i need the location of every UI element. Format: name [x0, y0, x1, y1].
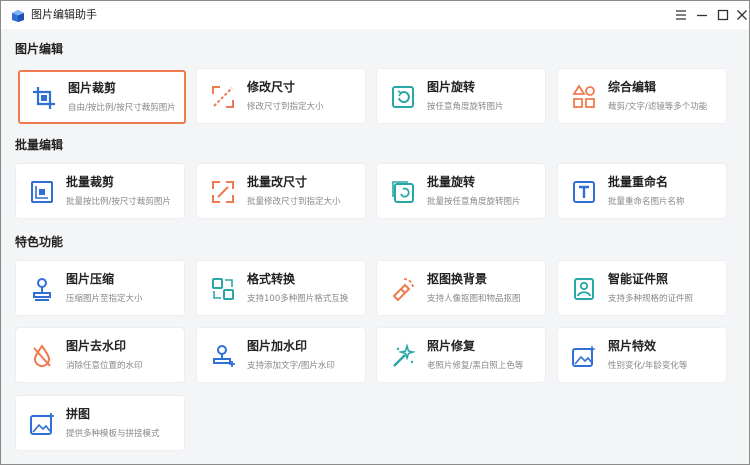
card-add-watermark[interactable]: 图片加水印 支持添加文字/图片水印 [197, 328, 365, 382]
batch-crop-icon [31, 181, 53, 203]
card-subtitle: 裁剪/文字/滤镜等多个功能 [608, 102, 708, 112]
menu-icon[interactable] [671, 5, 691, 25]
card-batch-crop[interactable]: 批量裁剪 批量按比例/按尺寸裁剪图片 [16, 164, 184, 218]
resize-icon [212, 86, 234, 108]
card-title: 照片修复 [427, 339, 476, 353]
card-subtitle: 支持人像抠图和物品抠图 [427, 294, 521, 304]
card-remove-watermark[interactable]: 图片去水印 消除任意位置的水印 [16, 328, 184, 382]
crop-icon [33, 87, 55, 109]
card-batch-rotate[interactable]: 批量旋转 批量按任意角度旋转图片 [377, 164, 545, 218]
add-watermark-icon [213, 345, 235, 367]
card-subtitle: 按任意角度旋转图片 [427, 102, 504, 112]
batch-rotate-icon [392, 181, 414, 203]
card-rotate[interactable]: 图片旋转 按任意角度旋转图片 [377, 69, 545, 123]
app-title: 图片编辑助手 [31, 8, 97, 21]
card-subtitle: 自由/按比例/按尺寸裁剪图片 [68, 103, 176, 113]
card-title: 图片压缩 [66, 272, 115, 286]
title-bar: 图片编辑助手 [1, 1, 749, 29]
close-icon[interactable] [732, 5, 750, 25]
id-photo-icon [574, 278, 594, 300]
shapes-icon [572, 84, 595, 108]
card-batch-rename[interactable]: 批量重命名 批量重命名图片名称 [558, 164, 726, 218]
card-subtitle: 修改尺寸到指定大小 [247, 102, 324, 112]
section-title-image-edit: 图片编辑 [15, 42, 64, 56]
card-collage[interactable]: 拼图 提供多种模板与拼接模式 [16, 396, 184, 450]
card-subtitle: 支持添加文字/图片水印 [247, 361, 335, 371]
card-title: 图片加水印 [247, 339, 308, 353]
card-photo-restore[interactable]: 照片修复 老照片修复/黑白照上色等 [377, 328, 545, 382]
card-subtitle: 批量重命名图片名称 [608, 197, 685, 207]
card-photo-effects[interactable]: 照片特效 性别变化/年龄变化等 [558, 328, 726, 382]
card-subtitle: 提供多种模板与拼接模式 [66, 429, 160, 439]
card-resize[interactable]: 修改尺寸 修改尺寸到指定大小 [197, 69, 365, 123]
magic-wand-icon [393, 343, 416, 367]
app-window: 图片编辑助手 图片编辑 图片裁剪 自由/按比例/按尺寸裁剪图片 修改尺寸 修改尺 [0, 0, 750, 465]
card-title: 图片裁剪 [68, 81, 117, 95]
card-cutout-background[interactable]: 抠图换背景 支持人像抠图和物品抠图 [377, 261, 545, 315]
card-title: 图片去水印 [66, 339, 127, 353]
rotate-icon [392, 86, 414, 108]
card-comprehensive-edit[interactable]: 综合编辑 裁剪/文字/滤镜等多个功能 [558, 69, 726, 123]
card-image-compress[interactable]: 图片压缩 压缩图片至指定大小 [16, 261, 184, 315]
batch-resize-icon [212, 181, 234, 203]
card-batch-resize[interactable]: 批量改尺寸 批量修改尺寸到指定大小 [197, 164, 365, 218]
card-image-crop[interactable]: 图片裁剪 自由/按比例/按尺寸裁剪图片 [18, 70, 186, 124]
card-title: 批量裁剪 [66, 175, 115, 189]
remove-watermark-icon [33, 344, 51, 367]
section-title-batch-edit: 批量编辑 [15, 138, 64, 152]
app-logo-icon [12, 10, 24, 22]
card-subtitle: 压缩图片至指定大小 [66, 294, 143, 304]
card-subtitle: 支持多种规格的证件照 [608, 294, 694, 304]
card-title: 智能证件照 [608, 272, 669, 286]
card-title: 批量重命名 [608, 175, 669, 189]
card-title: 抠图换背景 [427, 272, 488, 286]
card-title: 修改尺寸 [247, 80, 296, 94]
maximize-icon[interactable] [713, 5, 733, 25]
card-format-convert[interactable]: 格式转换 支持100多种图片格式互换 [197, 261, 365, 315]
card-subtitle: 老照片修复/黑白照上色等 [427, 361, 524, 371]
card-subtitle: 消除任意位置的水印 [66, 361, 143, 371]
card-subtitle: 性别变化/年龄变化等 [608, 361, 688, 371]
card-title: 批量旋转 [427, 175, 476, 189]
card-subtitle: 批量修改尺寸到指定大小 [247, 197, 341, 207]
minimize-icon[interactable] [692, 5, 712, 25]
card-title: 批量改尺寸 [247, 175, 308, 189]
card-title: 综合编辑 [608, 80, 657, 94]
text-rename-icon [573, 181, 595, 203]
card-title: 格式转换 [247, 272, 296, 286]
card-id-photo[interactable]: 智能证件照 支持多种规格的证件照 [558, 261, 726, 315]
section-title-featured: 特色功能 [15, 235, 64, 249]
format-convert-icon [212, 278, 234, 300]
card-subtitle: 批量按比例/按尺寸裁剪图片 [66, 197, 171, 207]
card-subtitle: 批量按任意角度旋转图片 [427, 197, 521, 207]
card-title: 图片旋转 [427, 80, 476, 94]
compress-stamp-icon [33, 278, 51, 301]
cutout-icon [392, 278, 414, 302]
card-title: 照片特效 [608, 339, 657, 353]
card-subtitle: 支持100多种图片格式互换 [247, 294, 349, 304]
collage-icon [30, 413, 54, 435]
photo-effects-icon [572, 345, 596, 367]
card-title: 拼图 [66, 407, 91, 421]
